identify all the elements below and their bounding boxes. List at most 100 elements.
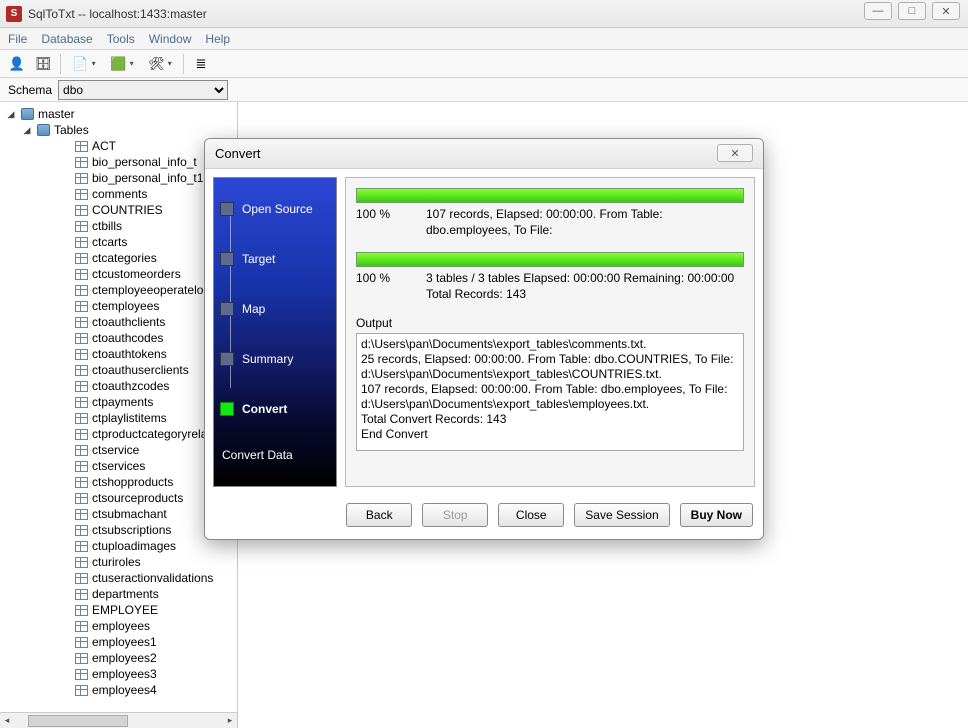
window-title: SqlToTxt -- localhost:1433:master: [28, 7, 207, 21]
wizard-step[interactable]: Summary: [220, 348, 330, 370]
tree-table-item[interactable]: ctservices: [2, 458, 235, 474]
save-session-button[interactable]: Save Session: [574, 503, 669, 527]
tree-table-item[interactable]: ctsubscriptions: [2, 522, 235, 538]
back-button[interactable]: Back: [346, 503, 412, 527]
wizard-steps-panel: Open SourceTargetMapSummaryConvert Conve…: [213, 177, 337, 487]
tree-item-label: ctcustomeorders: [92, 267, 181, 281]
tree-table-item[interactable]: bio_personal_info_t: [2, 154, 235, 170]
buy-now-button[interactable]: Buy Now: [680, 503, 753, 527]
tree-table-item[interactable]: ctemployees: [2, 298, 235, 314]
tree-table-item[interactable]: bio_personal_info_t1: [2, 170, 235, 186]
tree-table-item[interactable]: employees2: [2, 650, 235, 666]
schema-select[interactable]: dbo: [58, 80, 228, 100]
tree-expander-icon[interactable]: ◢: [6, 109, 16, 120]
table-icon: [74, 492, 88, 504]
wizard-step[interactable]: Target: [220, 248, 330, 270]
tree-table-item[interactable]: ACT: [2, 138, 235, 154]
tree-table-item[interactable]: ctoauthtokens: [2, 346, 235, 362]
tree-table-item[interactable]: employees3: [2, 666, 235, 682]
tree-item-label: ctshopproducts: [92, 475, 173, 489]
scroll-thumb[interactable]: [28, 715, 128, 727]
tree-table-item[interactable]: employees: [2, 618, 235, 634]
maximize-button[interactable]: □: [898, 2, 926, 20]
tree-table-item[interactable]: ctpayments: [2, 394, 235, 410]
tree-table-item[interactable]: employees4: [2, 682, 235, 698]
tree-table-item[interactable]: departments: [2, 586, 235, 602]
menu-file[interactable]: File: [8, 32, 27, 46]
output-line: End Convert: [361, 427, 739, 442]
close-window-button[interactable]: ✕: [932, 2, 960, 20]
tree-item-label: ctsourceproducts: [92, 491, 183, 505]
menu-tools[interactable]: Tools: [107, 32, 135, 46]
tree-table-item[interactable]: ctuseractionvalidations: [2, 570, 235, 586]
close-button[interactable]: Close: [498, 503, 564, 527]
sidebar-horizontal-scrollbar[interactable]: ◂ ▸: [0, 712, 237, 728]
table-icon: [74, 540, 88, 552]
tree-table-item[interactable]: ctemployeeoperatelogs: [2, 282, 235, 298]
table-icon: [74, 684, 88, 696]
tree-table-item[interactable]: ctbills: [2, 218, 235, 234]
tree-table-item[interactable]: comments: [2, 186, 235, 202]
convert-progress-panel: 100 % 107 records, Elapsed: 00:00:00. Fr…: [345, 177, 755, 487]
tree-table-item[interactable]: ctshopproducts: [2, 474, 235, 490]
stop-button[interactable]: Stop: [422, 503, 488, 527]
tree-table-item[interactable]: ctproductcategoryrelations: [2, 426, 235, 442]
step-label: Summary: [242, 352, 293, 366]
tree-table-item[interactable]: ctsubmachant: [2, 506, 235, 522]
tree-expander-icon[interactable]: ◢: [22, 125, 32, 136]
tree-table-item[interactable]: EMPLOYEE: [2, 602, 235, 618]
menu-help[interactable]: Help: [205, 32, 230, 46]
tree-tables-group[interactable]: ◢Tables: [2, 122, 235, 138]
minimize-button[interactable]: —: [864, 2, 892, 20]
tree-table-item[interactable]: ctplaylistitems: [2, 410, 235, 426]
table-icon: [74, 588, 88, 600]
tree-item-label: ctoauthtokens: [92, 347, 167, 361]
progress-current-text: 107 records, Elapsed: 00:00:00. From Tab…: [426, 207, 744, 238]
tree-table-item[interactable]: COUNTRIES: [2, 202, 235, 218]
tree-table-item[interactable]: ctuploadimages: [2, 538, 235, 554]
toolbar-separator: [183, 54, 184, 74]
menu-window[interactable]: Window: [149, 32, 192, 46]
scroll-right-icon[interactable]: ▸: [223, 714, 237, 728]
menu-database[interactable]: Database: [41, 32, 92, 46]
tree-item-label: ctuploadimages: [92, 539, 176, 553]
wizard-step[interactable]: Map: [220, 298, 330, 320]
tree-table-item[interactable]: cturiroles: [2, 554, 235, 570]
tree-table-item[interactable]: employees1: [2, 634, 235, 650]
wizard-step[interactable]: Convert: [220, 398, 330, 420]
toolbar-separator: [60, 54, 61, 74]
toolbar-btn-6[interactable]: ≣: [190, 53, 212, 75]
table-icon: [74, 332, 88, 344]
tree-item-label: ctoauthclients: [92, 315, 165, 329]
toolbar-btn-1[interactable]: 👤: [6, 53, 28, 75]
toolbar-btn-2[interactable]: 🗄: [32, 53, 54, 75]
dialog-close-button[interactable]: ✕: [717, 144, 753, 162]
tree-table-item[interactable]: ctcarts: [2, 234, 235, 250]
table-icon: [74, 524, 88, 536]
step-box-icon: [220, 302, 234, 316]
scroll-left-icon[interactable]: ◂: [0, 714, 14, 728]
tree-item-label: ctcategories: [92, 251, 157, 265]
tree-item-label: ctemployees: [92, 299, 159, 313]
tree-table-item[interactable]: ctoauthzcodes: [2, 378, 235, 394]
table-icon: [74, 396, 88, 408]
tree-sidebar[interactable]: ◢master◢TablesACTbio_personal_info_tbio_…: [0, 102, 238, 728]
toolbar-btn-5[interactable]: 🛠: [143, 53, 177, 75]
table-icon: [74, 284, 88, 296]
tree-table-item[interactable]: ctcustomeorders: [2, 266, 235, 282]
table-icon: [74, 652, 88, 664]
toolbar-btn-4[interactable]: 🟩: [105, 53, 139, 75]
table-icon: [74, 460, 88, 472]
tree-table-item[interactable]: ctservice: [2, 442, 235, 458]
toolbar-btn-3[interactable]: 📄: [67, 53, 101, 75]
table-icon: [74, 268, 88, 280]
tree-table-item[interactable]: ctoauthuserclients: [2, 362, 235, 378]
wizard-step[interactable]: Open Source: [220, 198, 330, 220]
tree-table-item[interactable]: ctsourceproducts: [2, 490, 235, 506]
step-box-icon: [220, 202, 234, 216]
output-textarea[interactable]: d:\Users\pan\Documents\export_tables\com…: [356, 333, 744, 451]
tree-table-item[interactable]: ctoauthclients: [2, 314, 235, 330]
tree-table-item[interactable]: ctoauthcodes: [2, 330, 235, 346]
tree-root-database[interactable]: ◢master: [2, 106, 235, 122]
tree-table-item[interactable]: ctcategories: [2, 250, 235, 266]
